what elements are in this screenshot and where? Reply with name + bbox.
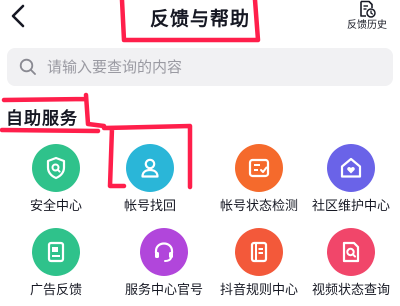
service-label: 社区维护中心 xyxy=(311,199,390,214)
service-community-center[interactable]: 社区维护中心 xyxy=(305,144,397,222)
service-account-recovery[interactable]: 帐号找回 xyxy=(104,144,196,222)
service-label: 抖音规则中心 xyxy=(219,283,298,298)
service-icon-bg xyxy=(327,228,375,276)
service-rules-center[interactable]: 抖音规则中心 xyxy=(213,228,305,306)
service-icon-bg xyxy=(235,228,283,276)
service-ad-feedback[interactable]: 广告反馈 xyxy=(10,228,102,306)
service-label: 帐号找回 xyxy=(123,199,176,214)
home-heart-icon xyxy=(340,157,362,178)
page-title: 反馈与帮助 xyxy=(149,8,250,30)
feedback-history-button[interactable]: 反馈历史 xyxy=(342,0,392,36)
feedback-history-label: 反馈历史 xyxy=(347,20,387,31)
search-input[interactable] xyxy=(45,57,369,77)
document-flag-icon xyxy=(47,241,65,263)
service-label: 安全中心 xyxy=(29,199,82,214)
service-label: 帐号状态检测 xyxy=(219,199,298,214)
service-icon-bg xyxy=(32,228,80,276)
service-video-status-query[interactable]: 视频状态查询 xyxy=(305,228,397,306)
shield-icon xyxy=(46,156,66,180)
service-icon-bg xyxy=(327,144,375,192)
service-label: 视频状态查询 xyxy=(311,283,390,298)
headset-icon xyxy=(154,242,174,262)
book-icon xyxy=(250,241,268,263)
search-icon xyxy=(19,58,36,75)
service-icon-bg xyxy=(32,144,80,192)
user-icon xyxy=(141,158,159,178)
service-official-account[interactable]: 服务中心官号 xyxy=(118,228,210,306)
service-label: 广告反馈 xyxy=(29,283,82,298)
service-account-status-check[interactable]: 帐号状态检测 xyxy=(213,144,305,222)
service-security-center[interactable]: 安全中心 xyxy=(10,144,102,222)
service-icon-bg xyxy=(140,228,188,276)
section-title: 自助服务 xyxy=(6,109,78,129)
document-clock-icon xyxy=(360,0,376,18)
document-search-icon xyxy=(342,241,360,263)
service-icon-bg xyxy=(235,144,283,192)
service-label: 服务中心官号 xyxy=(124,283,203,298)
checklist-icon xyxy=(248,158,270,178)
service-icon-bg xyxy=(126,144,174,192)
search-bar[interactable] xyxy=(7,48,393,86)
